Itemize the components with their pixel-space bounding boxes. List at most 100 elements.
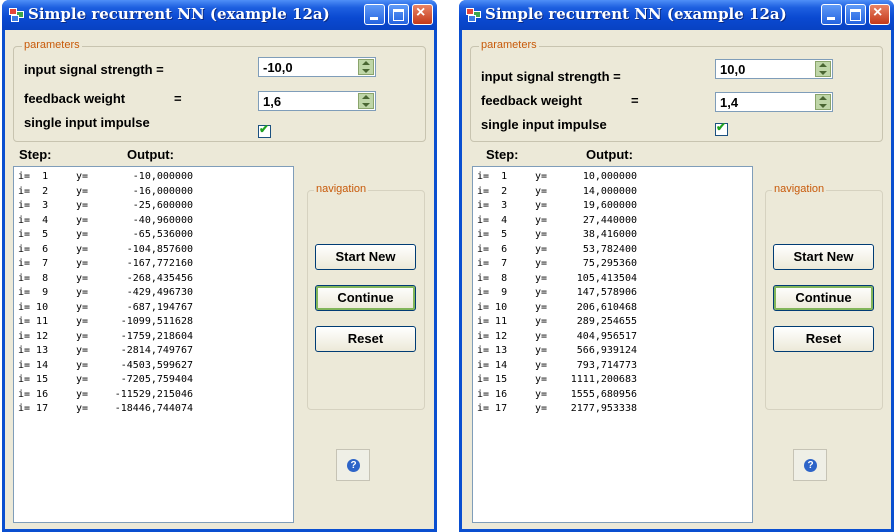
list-item[interactable]: i= 10 y= 206,610468 <box>477 302 637 316</box>
parameters-group: parameters input signal strength = 10,0 … <box>470 39 883 142</box>
list-item[interactable]: i= 7 y= 75,295360 <box>477 258 637 272</box>
list-item[interactable]: i= 3 y= -25,600000 <box>18 200 193 214</box>
list-item[interactable]: i= 12 y= -1759,218604 <box>18 331 193 345</box>
list-item[interactable]: i= 5 y= -65,536000 <box>18 229 193 243</box>
step-index: i= 4 <box>18 214 49 226</box>
list-item[interactable]: i= 5 y= 38,416000 <box>477 229 637 243</box>
list-item[interactable]: i= 14 y= -4503,599627 <box>18 360 193 374</box>
list-item[interactable]: i= 13 y= -2814,749767 <box>18 345 193 359</box>
step-index: i= 15 <box>477 374 508 385</box>
list-item[interactable]: i= 1 y= -10,000000 <box>18 171 193 185</box>
list-item[interactable]: i= 15 y= 1111,200683 <box>477 374 637 388</box>
list-item[interactable]: i= 16 y= -11529,215046 <box>18 389 193 403</box>
output-value: -2814,749767 <box>120 345 193 356</box>
feedback-weight-spinner[interactable]: 1,6 <box>258 91 376 111</box>
help-button[interactable]: ? <box>336 449 370 481</box>
step-index: i= 8 <box>18 272 49 284</box>
close-button[interactable]: × <box>869 4 890 25</box>
feedback-weight-spinner[interactable]: 1,4 <box>715 92 833 112</box>
list-item[interactable]: i= 1 y= 10,000000 <box>477 171 637 185</box>
app-icon[interactable] <box>466 8 481 22</box>
spinner-arrows-icon[interactable] <box>815 61 831 77</box>
start-new-button[interactable]: Start New <box>773 244 874 270</box>
output-value: 19,600000 <box>582 200 637 211</box>
list-item[interactable]: i= 7 y= -167,772160 <box>18 258 193 272</box>
list-item[interactable]: i= 8 y= 105,413504 <box>477 273 637 287</box>
output-prefix: y= <box>76 258 89 269</box>
input-signal-value[interactable]: -10,0 <box>263 60 293 75</box>
list-item[interactable]: i= 10 y= -687,194767 <box>18 302 193 316</box>
feedback-weight-value[interactable]: 1,4 <box>720 95 738 110</box>
list-item[interactable]: i= 17 y= 2177,953338 <box>477 403 637 417</box>
list-item[interactable]: i= 11 y= -1099,511628 <box>18 316 193 330</box>
list-item[interactable]: i= 6 y= 53,782400 <box>477 244 637 258</box>
reset-button[interactable]: Reset <box>315 326 416 352</box>
output-value: 14,000000 <box>582 185 637 197</box>
single-impulse-checkbox[interactable]: ✔ <box>258 122 271 138</box>
continue-button[interactable]: Continue <box>773 285 874 311</box>
input-signal-value[interactable]: 10,0 <box>720 62 745 77</box>
minimize-button[interactable] <box>364 4 385 25</box>
output-prefix: y= <box>76 374 89 385</box>
output-prefix: y= <box>535 258 548 269</box>
output-prefix: y= <box>535 359 548 371</box>
step-index: i= 11 <box>477 316 508 327</box>
output-column-header: Output: <box>127 147 174 162</box>
list-item[interactable]: i= 8 y= -268,435456 <box>18 273 193 287</box>
continue-button[interactable]: Continue <box>315 285 416 311</box>
output-prefix: y= <box>535 374 548 385</box>
step-index: i= 6 <box>477 243 508 255</box>
title-bar[interactable]: Simple recurrent NN (example 12a) × <box>459 0 894 30</box>
title-bar[interactable]: Simple recurrent NN (example 12a) × <box>2 0 437 30</box>
output-prefix: y= <box>76 316 89 327</box>
list-item[interactable]: i= 12 y= 404,956517 <box>477 331 637 345</box>
output-prefix: y= <box>535 403 548 414</box>
output-listbox[interactable]: i= 1 y= -10,000000 i= 2 y= -16,000000 i= 3 y= -2… <box>13 166 294 523</box>
output-value: -4503,599627 <box>120 359 193 371</box>
output-value: 27,440000 <box>582 214 637 226</box>
output-column-header: Output: <box>586 147 633 162</box>
list-item[interactable]: i= 6 y= -104,857600 <box>18 244 193 258</box>
minimize-button[interactable] <box>821 4 842 25</box>
single-impulse-checkbox[interactable]: ✔ <box>715 120 728 136</box>
spinner-arrows-icon[interactable] <box>815 94 831 110</box>
list-item[interactable]: i= 13 y= 566,939124 <box>477 345 637 359</box>
spinner-arrows-icon[interactable] <box>358 93 374 109</box>
input-signal-label: input signal strength = <box>24 62 164 77</box>
single-impulse-label: single input impulse <box>24 115 150 130</box>
output-prefix: y= <box>76 359 89 371</box>
step-index: i= 7 <box>477 258 508 269</box>
reset-button[interactable]: Reset <box>773 326 874 352</box>
list-item[interactable]: i= 9 y= -429,496730 <box>18 287 193 301</box>
help-button[interactable]: ? <box>793 449 827 481</box>
maximize-button[interactable] <box>845 4 866 25</box>
output-value: 10,000000 <box>582 171 637 182</box>
feedback-weight-value[interactable]: 1,6 <box>263 94 281 109</box>
list-item[interactable]: i= 3 y= 19,600000 <box>477 200 637 214</box>
start-new-button[interactable]: Start New <box>315 244 416 270</box>
navigation-group: navigation Start New Continue Reset <box>765 183 883 410</box>
list-item[interactable]: i= 17 y= -18446,744074 <box>18 403 193 417</box>
list-item[interactable]: i= 2 y= 14,000000 <box>477 186 637 200</box>
list-item[interactable]: i= 14 y= 793,714773 <box>477 360 637 374</box>
window-title: Simple recurrent NN (example 12a) <box>28 5 330 23</box>
step-index: i= 14 <box>477 359 508 371</box>
list-item[interactable]: i= 15 y= -7205,759404 <box>18 374 193 388</box>
list-item[interactable]: i= 11 y= 289,254655 <box>477 316 637 330</box>
app-icon[interactable] <box>9 8 24 22</box>
list-item[interactable]: i= 2 y= -16,000000 <box>18 186 193 200</box>
output-listbox[interactable]: i= 1 y= 10,000000 i= 2 y= 14,000000 i= 3 y= 19,6… <box>472 166 753 523</box>
input-signal-spinner[interactable]: -10,0 <box>258 57 376 77</box>
step-index: i= 10 <box>477 301 508 313</box>
list-item[interactable]: i= 4 y= 27,440000 <box>477 215 637 229</box>
maximize-button[interactable] <box>388 4 409 25</box>
list-item[interactable]: i= 16 y= 1555,680956 <box>477 389 637 403</box>
close-button[interactable]: × <box>412 4 433 25</box>
spinner-arrows-icon[interactable] <box>358 59 374 75</box>
output-value: 2177,953338 <box>570 403 637 414</box>
output-prefix: y= <box>535 345 548 356</box>
list-item[interactable]: i= 4 y= -40,960000 <box>18 215 193 229</box>
list-item[interactable]: i= 9 y= 147,578906 <box>477 287 637 301</box>
input-signal-spinner[interactable]: 10,0 <box>715 59 833 79</box>
output-value: 53,782400 <box>582 243 637 255</box>
